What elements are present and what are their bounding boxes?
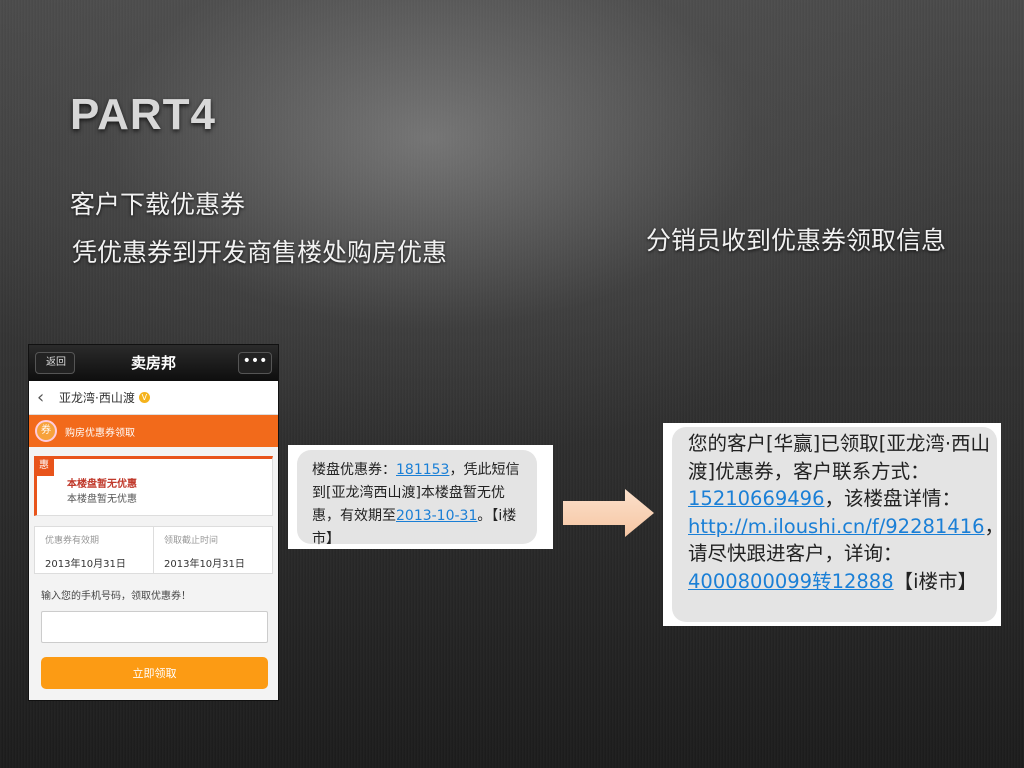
claim-deadline-value: 2013年10月31日	[164, 559, 245, 570]
coupon-code-link[interactable]: 181153	[396, 462, 449, 478]
claim-deadline-label: 领取截止时间	[164, 536, 219, 546]
phone-screenshot: 卖房邦 返回 ••• ‹ 亚龙湾·西山渡 V 券 购房优惠券领取 惠 本楼盘暂无…	[28, 344, 279, 701]
offer-tag: 惠	[34, 456, 54, 476]
claim-deadline: 领取截止时间 2013年10月31日	[153, 527, 272, 573]
coupon-dates: 优惠券有效期 2013年10月31日 领取截止时间 2013年10月31日	[34, 526, 273, 574]
more-icon[interactable]: •••	[238, 352, 272, 374]
offer-card: 惠 本楼盘暂无优惠 本楼盘暂无优惠	[34, 456, 273, 516]
phone-prompt: 输入您的手机号码，领取优惠券！	[41, 591, 191, 602]
customer-phone-link[interactable]: 15210669496	[688, 487, 824, 510]
sms-text: ，该楼盘详情：	[824, 487, 961, 510]
flow-arrow-icon	[563, 489, 654, 537]
coupon-section-label: 购房优惠券领取	[65, 427, 135, 439]
phone-nav-bar: 卖房邦 返回 •••	[29, 345, 278, 381]
customer-sms-panel: 楼盘优惠券：181153，凭此短信到[亚龙湾西山渡]本楼盘暂无优惠，有效期至20…	[288, 445, 553, 549]
sms-text: 楼盘优惠券：	[312, 462, 396, 478]
step-agent-notified: 分销员收到优惠券领取信息	[646, 226, 947, 255]
project-name: 亚龙湾·西山渡	[59, 391, 135, 405]
valid-until: 优惠券有效期 2013年10月31日	[35, 527, 153, 573]
sms-text: 您的客户[华赢]已领取[亚龙湾·西山渡]优惠券，客户联系方式：	[688, 432, 991, 483]
expiry-date-link[interactable]: 2013-10-31	[396, 508, 477, 524]
step-download-coupon: 客户下载优惠券	[70, 190, 246, 219]
project-header: ‹ 亚龙湾·西山渡 V	[29, 381, 278, 415]
chevron-left-icon[interactable]: ‹	[37, 387, 59, 408]
step-redeem-coupon: 凭优惠券到开发商售楼处购房优惠	[72, 238, 448, 267]
offer-title: 本楼盘暂无优惠	[67, 479, 137, 490]
back-button[interactable]: 返回	[35, 352, 75, 374]
project-url-link[interactable]: http://m.iloushi.cn/f/92281416	[688, 515, 985, 538]
coupon-section-header: 券 购房优惠券领取	[29, 415, 278, 447]
customer-sms-bubble: 楼盘优惠券：181153，凭此短信到[亚龙湾西山渡]本楼盘暂无优惠，有效期至20…	[297, 450, 537, 547]
verified-badge-icon: V	[138, 392, 150, 403]
agent-sms-panel: 您的客户[华赢]已领取[亚龙湾·西山渡]优惠券，客户联系方式： 152106694…	[663, 423, 1004, 626]
valid-until-label: 优惠券有效期	[45, 536, 100, 546]
hotline-link[interactable]: 4000800099转12888	[688, 570, 894, 593]
claim-coupon-button[interactable]: 立即领取	[41, 657, 268, 689]
offer-subtitle: 本楼盘暂无优惠	[67, 494, 137, 505]
agent-sms-bubble: 您的客户[华赢]已领取[亚龙湾·西山渡]优惠券，客户联系方式： 152106694…	[672, 427, 1004, 622]
coupon-icon: 券	[35, 420, 57, 442]
valid-until-value: 2013年10月31日	[45, 559, 126, 570]
sms-text: 【i楼市】	[893, 569, 978, 593]
slide-title: PART4	[70, 90, 216, 139]
phone-number-input[interactable]	[41, 611, 268, 643]
